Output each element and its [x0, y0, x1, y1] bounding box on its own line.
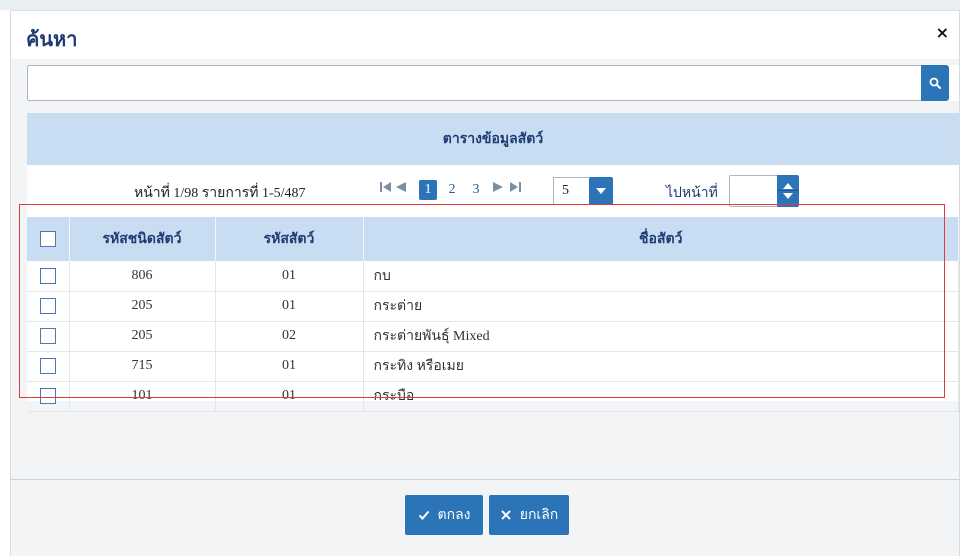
table-header-row: รหัสชนิดสัตว์ รหัสสัตว์ ชื่อสัตว์: [27, 217, 959, 261]
animal-name-cell: กบ: [363, 261, 959, 292]
table-row[interactable]: 101 01 กระบือ: [27, 381, 959, 412]
animal-code-cell: 02: [215, 321, 364, 352]
panel-title: ตารางข้อมูลสัตว์: [27, 113, 959, 165]
prev-page-icon[interactable]: [396, 181, 406, 196]
type-code-cell: 205: [69, 291, 216, 322]
select-all-checkbox[interactable]: [39, 231, 56, 247]
spinner-icon[interactable]: [777, 175, 799, 207]
close-icon[interactable]: ×: [936, 23, 949, 42]
header-animal-code[interactable]: รหัสสัตว์: [215, 217, 364, 261]
search-bar: [27, 65, 959, 101]
type-code-cell: 715: [69, 351, 216, 382]
row-checkbox-cell: [27, 261, 70, 292]
goto-page-input[interactable]: [729, 175, 777, 207]
next-page-icon[interactable]: [493, 181, 503, 196]
page-background-strip: [0, 0, 960, 10]
animal-code-cell: 01: [215, 351, 364, 382]
goto-page-label: ไปหน้าที่: [666, 185, 718, 201]
header-type-code[interactable]: รหัสชนิดสัตว์: [69, 217, 216, 261]
pager-info: หน้าที่ 1/98 รายการที่ 1-5/487: [134, 186, 306, 201]
last-page-icon[interactable]: [509, 181, 521, 196]
modal-title: ค้นหา: [26, 27, 78, 51]
animal-table-container: รหัสชนิดสัตว์ รหัสสัตว์ ชื่อสัตว์ 806 01…: [27, 217, 959, 412]
spinner-down-icon[interactable]: [783, 193, 793, 199]
type-code-cell: 101: [69, 381, 216, 412]
animal-data-panel: ตารางข้อมูลสัตว์ หน้าที่ 1/98 รายการที่ …: [27, 113, 959, 412]
row-checkbox[interactable]: [39, 357, 56, 374]
row-checkbox[interactable]: [39, 387, 56, 404]
animal-name-cell: กระต่ายพันธุ์ Mixed: [363, 321, 959, 352]
table-row[interactable]: 205 02 กระต่ายพันธุ์ Mixed: [27, 321, 959, 352]
spinner-divider: [777, 190, 799, 191]
times-icon: [501, 510, 511, 520]
type-code-cell: 806: [69, 261, 216, 292]
row-checkbox-cell: [27, 351, 70, 382]
animal-code-cell: 01: [215, 291, 364, 322]
row-checkbox-cell: [27, 321, 70, 352]
spinner-up-icon[interactable]: [783, 183, 793, 189]
row-checkbox[interactable]: [39, 327, 56, 344]
table-row[interactable]: 205 01 กระต่าย: [27, 291, 959, 322]
select-all-cell: [27, 217, 70, 261]
first-page-icon[interactable]: [380, 181, 392, 196]
row-checkbox[interactable]: [39, 267, 56, 284]
modal-footer: ตกลง ยกเลิก: [11, 481, 959, 556]
page-size-select[interactable]: 5: [553, 177, 589, 205]
animal-code-cell: 01: [215, 261, 364, 292]
animal-code-cell: 01: [215, 381, 364, 412]
modal-header: ค้นหา ×: [11, 11, 959, 59]
cancel-button[interactable]: ยกเลิก: [489, 495, 569, 535]
page-button-3[interactable]: 3: [467, 180, 485, 200]
search-icon: [929, 77, 941, 89]
animal-name-cell: กระทิง หรือเมย: [363, 351, 959, 382]
ok-button-label: ตกลง: [437, 507, 471, 523]
pagination-bar: หน้าที่ 1/98 รายการที่ 1-5/487 1 2 3 5 ไ…: [27, 165, 959, 217]
animal-name-cell: กระบือ: [363, 381, 959, 412]
chevron-down-icon: [596, 188, 606, 194]
animal-table: รหัสชนิดสัตว์ รหัสสัตว์ ชื่อสัตว์ 806 01…: [27, 217, 959, 412]
search-modal: ค้นหา × ตารางข้อมูลสัตว์ หน้าที่ 1/98 รา…: [10, 10, 960, 556]
search-button[interactable]: [921, 65, 949, 101]
header-animal-name[interactable]: ชื่อสัตว์: [363, 217, 959, 261]
type-code-cell: 205: [69, 321, 216, 352]
page-button-1[interactable]: 1: [419, 180, 437, 200]
search-input[interactable]: [27, 65, 921, 101]
footer-divider: [11, 479, 959, 480]
animal-name-cell: กระต่าย: [363, 291, 959, 322]
row-checkbox-cell: [27, 291, 70, 322]
table-row[interactable]: 806 01 กบ: [27, 261, 959, 292]
row-checkbox-cell: [27, 381, 70, 412]
page-button-2[interactable]: 2: [443, 180, 461, 200]
row-checkbox[interactable]: [39, 297, 56, 314]
cancel-button-label: ยกเลิก: [519, 507, 559, 523]
check-icon: [418, 510, 429, 520]
page-size-dropdown-button[interactable]: [589, 177, 613, 205]
table-row[interactable]: 715 01 กระทิง หรือเมย: [27, 351, 959, 382]
ok-button[interactable]: ตกลง: [405, 495, 483, 535]
